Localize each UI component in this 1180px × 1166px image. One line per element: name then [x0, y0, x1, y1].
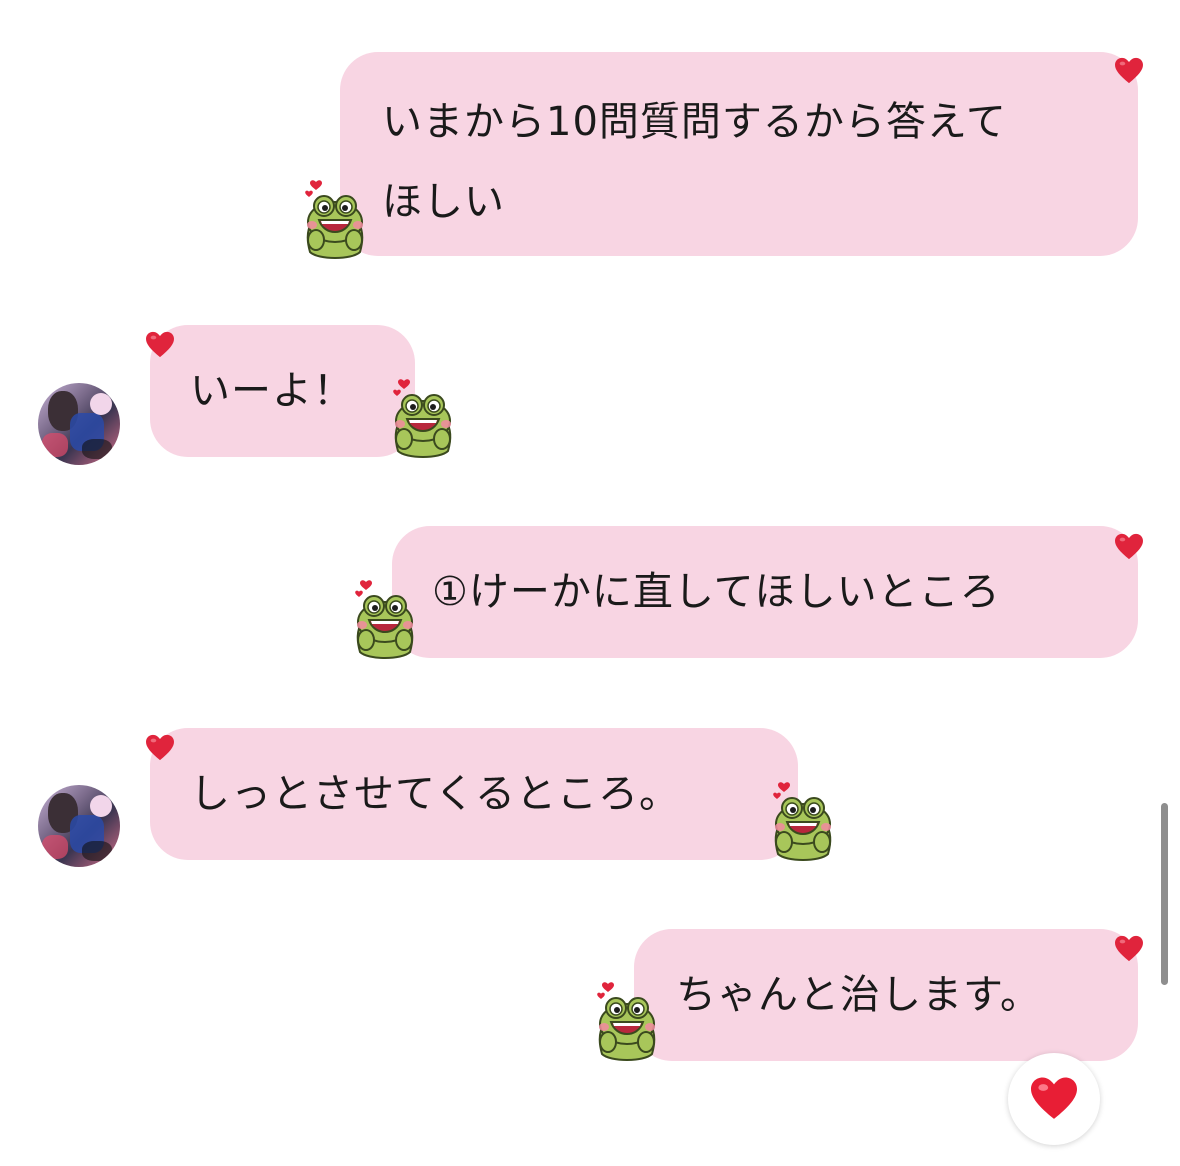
message-bubble-sent[interactable]: ちゃんと治します。 [634, 929, 1138, 1061]
message-bubble-sent[interactable]: いまから10問質問するから答えて ほしい [340, 52, 1138, 256]
message-text: いーよ！ [190, 368, 354, 414]
frog-sticker-icon [594, 980, 660, 1064]
message-bubble-received[interactable]: しっとさせてくるところ。 [150, 728, 798, 860]
message-text: しっとさせてくるところ。 [190, 771, 680, 817]
scrollbar[interactable] [1161, 803, 1168, 985]
frog-sticker-icon [352, 578, 418, 662]
heart-icon [1114, 935, 1144, 963]
heart-reaction-button[interactable] [1008, 1053, 1100, 1145]
avatar[interactable] [38, 383, 120, 465]
heart-icon [1031, 1077, 1077, 1119]
frog-sticker-icon [770, 780, 836, 864]
heart-icon [145, 331, 175, 359]
message-bubble-sent[interactable]: ①けーかに直してほしいところ [392, 526, 1138, 658]
heart-icon [1114, 533, 1144, 561]
frog-sticker-icon [302, 178, 368, 262]
avatar[interactable] [38, 785, 120, 867]
message-text: いまから10問質問するから答えて ほしい [382, 99, 1007, 225]
message-text: ちゃんと治します。 [676, 972, 1041, 1018]
message-text: ①けーかに直してほしいところ [432, 569, 1001, 615]
heart-icon [1114, 57, 1144, 85]
message-bubble-received[interactable]: いーよ！ [150, 325, 415, 457]
frog-sticker-icon [390, 377, 456, 461]
heart-icon [145, 734, 175, 762]
